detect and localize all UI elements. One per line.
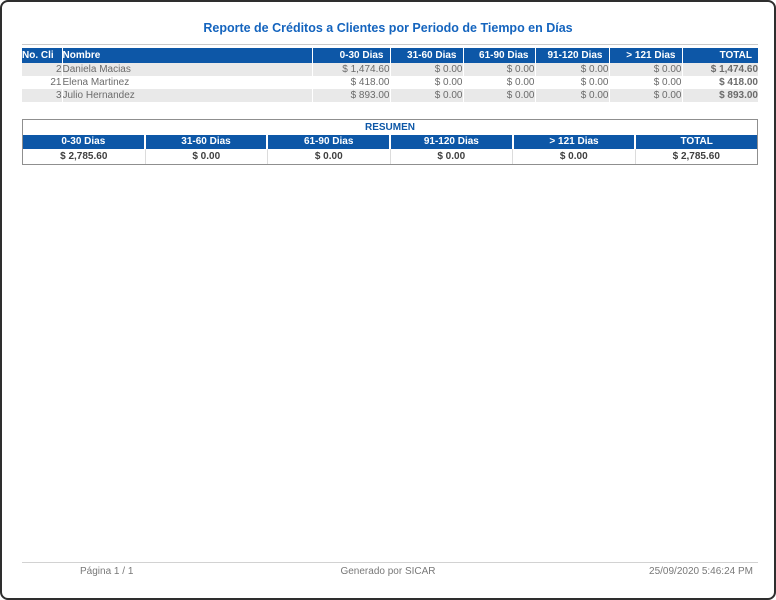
cell-121-plus: $ 0.00 bbox=[609, 63, 683, 76]
cell-91-120: $ 0.00 bbox=[535, 63, 610, 76]
cell-total: $ 893.00 bbox=[682, 89, 758, 102]
cell-91-120: $ 0.00 bbox=[535, 76, 610, 89]
footer-datetime: 25/09/2020 5:46:24 PM bbox=[649, 566, 753, 577]
resumen-value-121-plus: $ 0.00 bbox=[512, 149, 635, 164]
footer-page-number: Página 1 / 1 bbox=[80, 566, 134, 577]
cell-0-30: $ 418.00 bbox=[312, 76, 391, 89]
cell-121-plus: $ 0.00 bbox=[609, 76, 683, 89]
cell-client-number: 2 bbox=[22, 63, 63, 76]
column-header-91-120: 91-120 Dias bbox=[535, 48, 610, 63]
resumen-header-row: 0-30 Dias 31-60 Dias 61-90 Dias 91-120 D… bbox=[23, 135, 758, 149]
resumen-header-31-60: 31-60 Dias bbox=[143, 135, 267, 149]
resumen-value-0-30: $ 2,785.60 bbox=[60, 151, 108, 162]
page-title: Reporte de Créditos a Clientes por Perio… bbox=[203, 21, 573, 35]
resumen-header-121-plus: > 121 Dias bbox=[511, 135, 635, 149]
table-row: 3 Julio Hernandez $ 893.00 $ 0.00 $ 0.00… bbox=[22, 89, 758, 102]
cell-0-30: $ 1,474.60 bbox=[312, 63, 391, 76]
resumen-table: RESUMEN 0-30 Dias 31-60 Dias 61-90 Dias … bbox=[22, 119, 758, 165]
resumen-value-91-120: $ 0.00 bbox=[389, 149, 513, 164]
report-page: Reporte de Créditos a Clientes por Perio… bbox=[0, 0, 776, 600]
resumen-header-0-30: 0-30 Dias bbox=[23, 135, 144, 149]
resumen-header-total: TOTAL bbox=[634, 135, 758, 149]
column-header-121-plus: > 121 Dias bbox=[609, 48, 683, 63]
cell-client-name: Julio Hernandez bbox=[62, 89, 313, 102]
cell-31-60: $ 0.00 bbox=[390, 89, 464, 102]
cell-121-plus: $ 0.00 bbox=[609, 89, 683, 102]
cell-31-60: $ 0.00 bbox=[390, 63, 464, 76]
cell-61-90: $ 0.00 bbox=[463, 76, 536, 89]
cell-client-name: Daniela Macias bbox=[62, 63, 313, 76]
footer-divider bbox=[22, 562, 758, 563]
table-row: 2 Daniela Macias $ 1,474.60 $ 0.00 $ 0.0… bbox=[22, 63, 758, 76]
cell-31-60: $ 0.00 bbox=[390, 76, 464, 89]
cell-total: $ 418.00 bbox=[719, 77, 758, 88]
cell-61-90: $ 0.00 bbox=[463, 63, 536, 76]
cell-0-30: $ 893.00 bbox=[312, 89, 391, 102]
column-header-0-30: 0-30 Dias bbox=[312, 48, 391, 63]
resumen-value-total: $ 2,785.60 bbox=[634, 149, 758, 164]
resumen-values-row: $ 2,785.60 $ 0.00 $ 0.00 $ 0.00 $ 0.00 $… bbox=[23, 149, 757, 164]
table-header-row: No. Cli Nombre 0-30 Dias 31-60 Dias 61-9… bbox=[22, 48, 758, 63]
table-row: 21 Elena Martinez $ 418.00 $ 0.00 $ 0.00… bbox=[22, 76, 758, 89]
cell-61-90: $ 0.00 bbox=[463, 89, 536, 102]
resumen-header-91-120: 91-120 Dias bbox=[389, 135, 512, 149]
credits-table: No. Cli Nombre 0-30 Dias 31-60 Dias 61-9… bbox=[22, 48, 758, 102]
cell-91-120: $ 0.00 bbox=[535, 89, 610, 102]
column-header-31-60: 31-60 Dias bbox=[390, 48, 464, 63]
resumen-value-61-90: $ 0.00 bbox=[267, 149, 390, 164]
resumen-header-61-90: 61-90 Dias bbox=[266, 135, 390, 149]
cell-client-number: 21 bbox=[22, 76, 63, 89]
resumen-value-31-60: $ 0.00 bbox=[144, 149, 268, 164]
header-divider bbox=[22, 44, 758, 45]
column-header-no-cli: No. Cli bbox=[22, 48, 63, 63]
resumen-title: RESUMEN bbox=[23, 120, 757, 135]
cell-client-name: Elena Martinez bbox=[62, 76, 313, 89]
cell-client-number: 3 bbox=[22, 89, 63, 102]
column-header-total: TOTAL bbox=[682, 48, 758, 63]
column-header-61-90: 61-90 Dias bbox=[463, 48, 536, 63]
column-header-nombre: Nombre bbox=[62, 48, 313, 63]
cell-total: $ 1,474.60 bbox=[682, 63, 758, 76]
